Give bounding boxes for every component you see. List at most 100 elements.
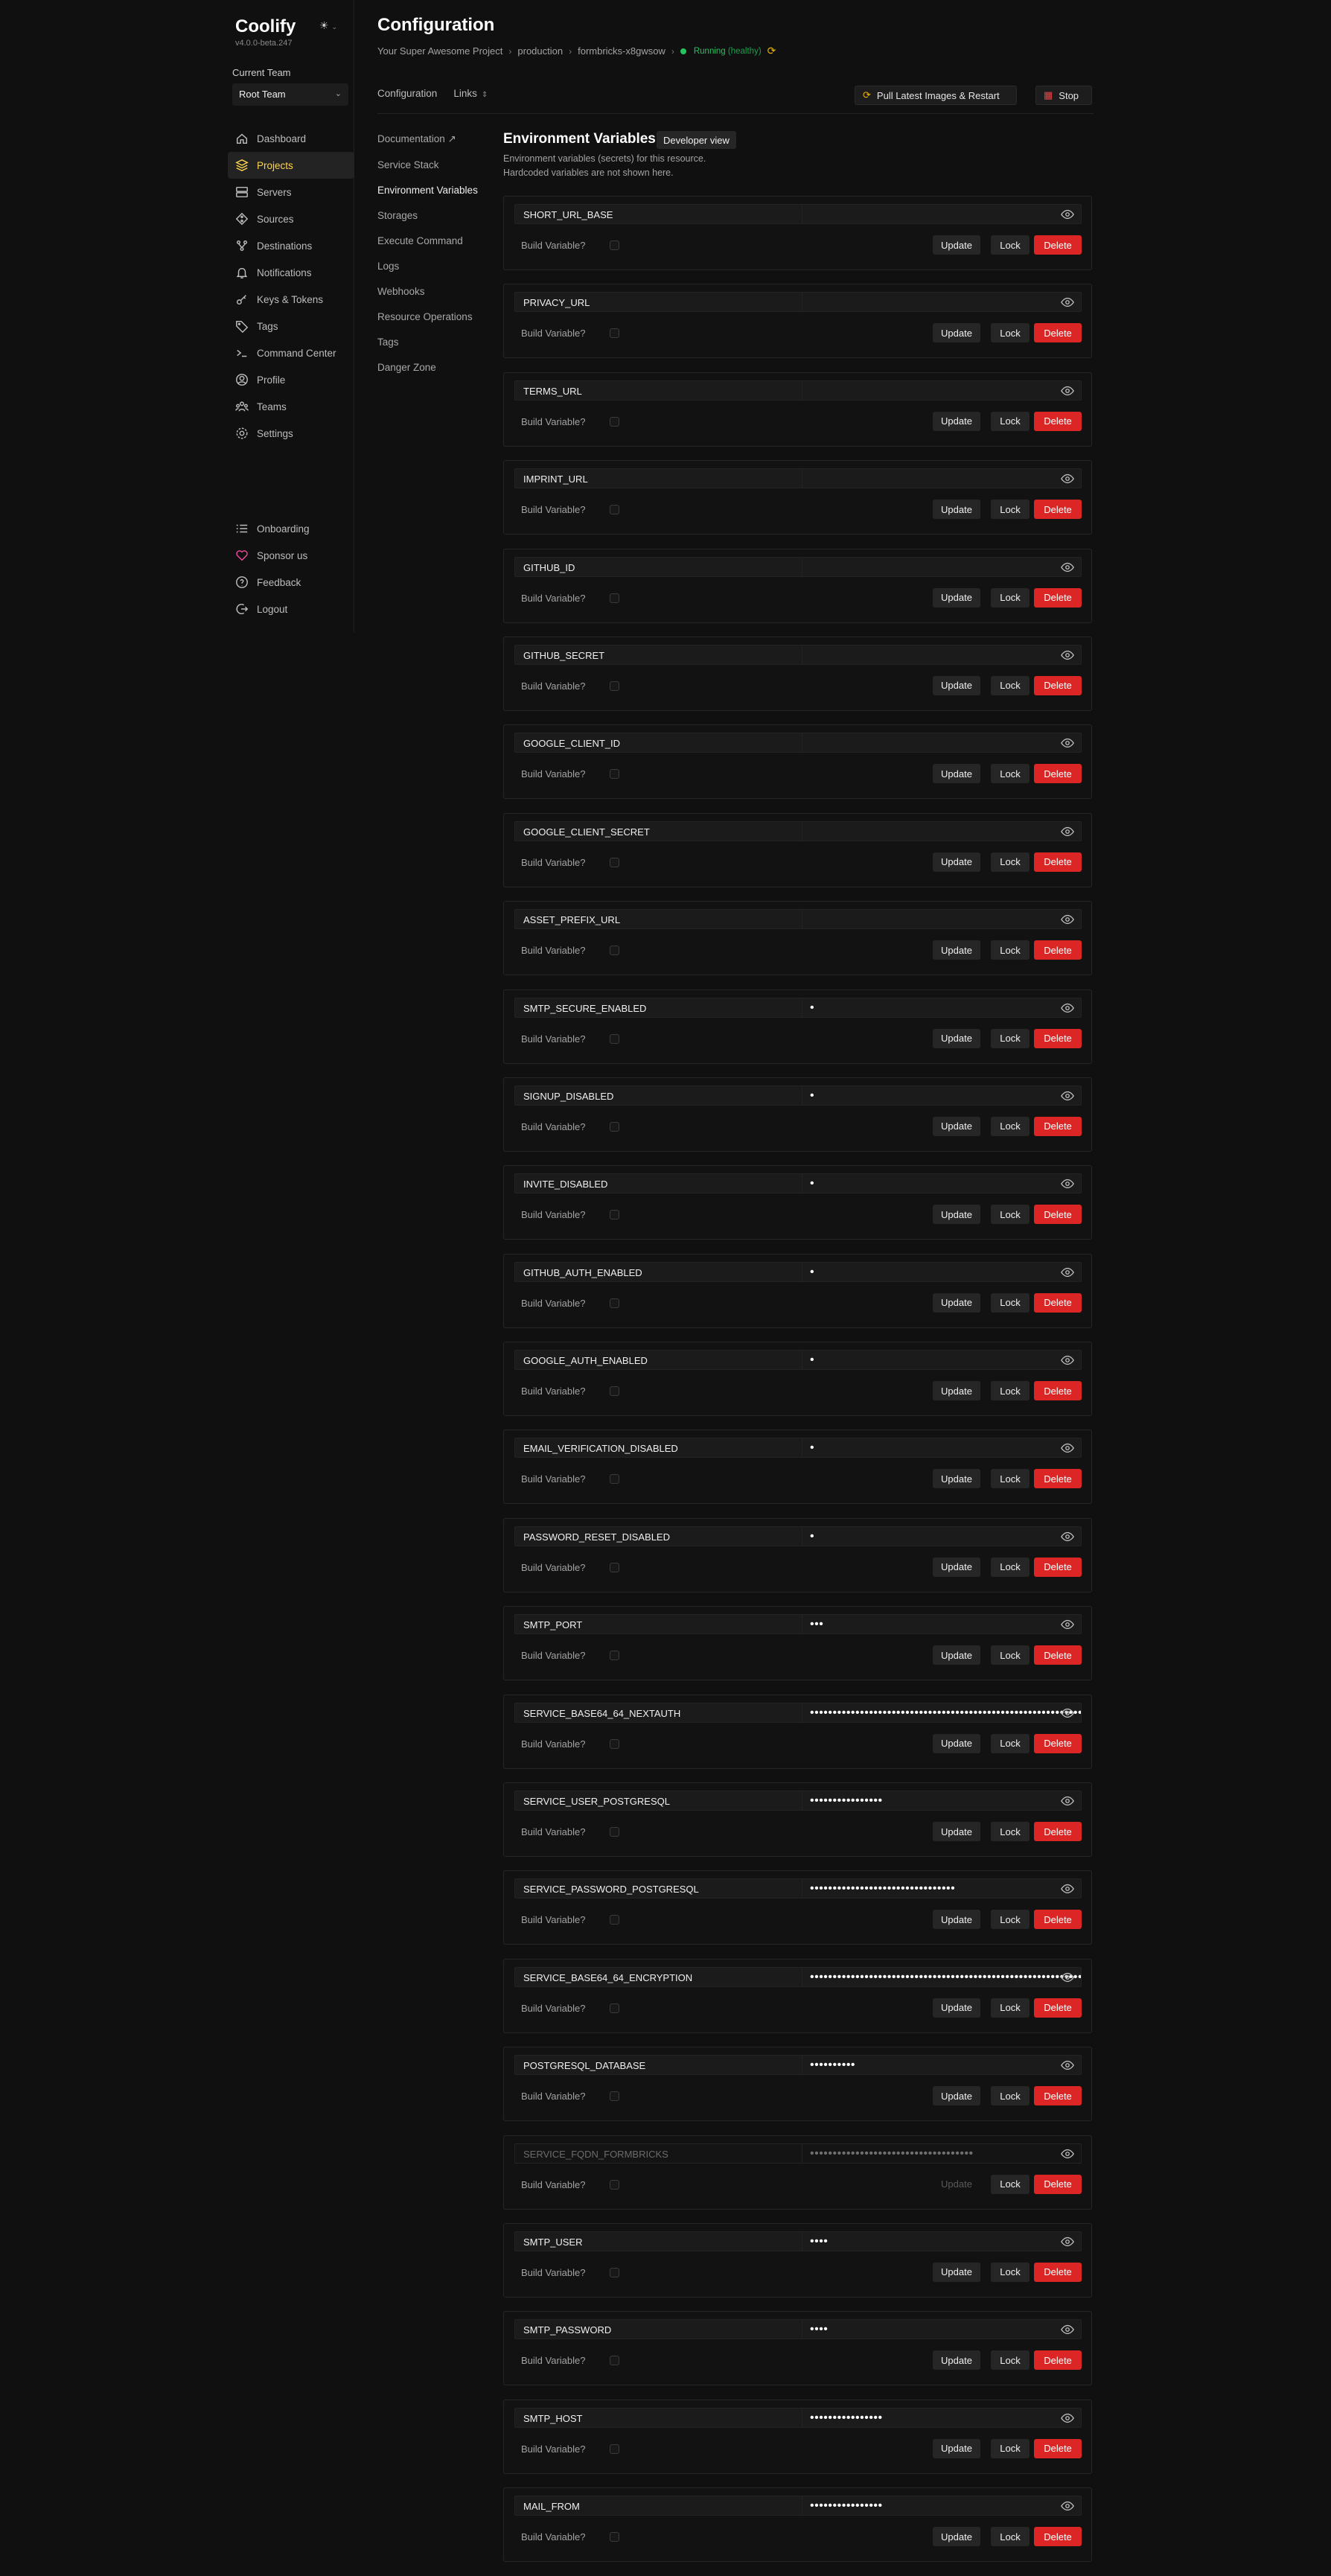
- delete-button[interactable]: Delete: [1034, 940, 1082, 960]
- subnav-item[interactable]: Tags: [377, 329, 504, 354]
- update-button[interactable]: Update: [933, 2527, 980, 2547]
- eye-icon[interactable]: [1061, 914, 1074, 925]
- tab-configuration[interactable]: Configuration: [377, 88, 437, 99]
- variable-value-input[interactable]: [802, 820, 1082, 841]
- lock-button[interactable]: Lock: [991, 1645, 1030, 1665]
- build-variable-checkbox[interactable]: [610, 1738, 619, 1749]
- sidebar-item-servers[interactable]: Servers: [228, 179, 354, 205]
- lock-button[interactable]: Lock: [991, 2438, 1030, 2458]
- delete-button[interactable]: Delete: [1034, 1469, 1082, 1489]
- subnav-item[interactable]: Service Stack: [377, 152, 504, 177]
- lock-button[interactable]: Lock: [991, 2262, 1030, 2282]
- build-variable-checkbox[interactable]: [610, 1827, 619, 1837]
- update-button[interactable]: Update: [933, 1557, 980, 1577]
- update-button[interactable]: Update: [933, 852, 980, 872]
- variable-key-input[interactable]: GITHUB_AUTH_ENABLED: [514, 1261, 803, 1282]
- lock-button[interactable]: Lock: [991, 852, 1030, 872]
- subnav-item[interactable]: Resource Operations: [377, 304, 504, 329]
- sidebar-item-dashboard[interactable]: Dashboard: [228, 125, 354, 152]
- sidebar-item-projects[interactable]: Projects: [228, 152, 354, 179]
- eye-icon[interactable]: [1061, 474, 1074, 484]
- refresh-icon[interactable]: ⟳: [767, 45, 776, 57]
- subnav-item[interactable]: Execute Command: [377, 228, 504, 253]
- lock-button[interactable]: Lock: [991, 1733, 1030, 1753]
- build-variable-checkbox[interactable]: [610, 1121, 619, 1132]
- sidebar-item-command-center[interactable]: Command Center: [228, 339, 354, 366]
- variable-value-input[interactable]: ••••••••••••••••: [802, 2407, 1082, 2428]
- delete-button[interactable]: Delete: [1034, 2262, 1082, 2282]
- subnav-item[interactable]: Webhooks: [377, 278, 504, 304]
- variable-key-input[interactable]: MAIL_FROM: [514, 2496, 803, 2516]
- eye-icon[interactable]: [1061, 738, 1074, 748]
- variable-key-input[interactable]: SMTP_PASSWORD: [514, 2319, 803, 2340]
- delete-button[interactable]: Delete: [1034, 852, 1082, 872]
- build-variable-checkbox[interactable]: [610, 1651, 619, 1661]
- variable-value-input[interactable]: ••••••••••••••••: [802, 1791, 1082, 1811]
- variable-value-input[interactable]: •: [802, 1525, 1082, 1546]
- lock-button[interactable]: Lock: [991, 1822, 1030, 1842]
- eye-icon[interactable]: [1061, 1267, 1074, 1278]
- variable-key-input[interactable]: PRIVACY_URL: [514, 292, 803, 313]
- build-variable-checkbox[interactable]: [610, 1033, 619, 1044]
- delete-button[interactable]: Delete: [1034, 2350, 1082, 2371]
- update-button[interactable]: Update: [933, 2350, 980, 2371]
- eye-icon[interactable]: [1061, 2501, 1074, 2511]
- update-button[interactable]: Update: [933, 2086, 980, 2106]
- lock-button[interactable]: Lock: [991, 500, 1030, 520]
- eye-icon[interactable]: [1061, 2237, 1074, 2247]
- tab-links[interactable]: Links ⇕: [453, 88, 488, 99]
- delete-button[interactable]: Delete: [1034, 1116, 1082, 1136]
- lock-button[interactable]: Lock: [991, 1028, 1030, 1048]
- lock-button[interactable]: Lock: [991, 1557, 1030, 1577]
- build-variable-checkbox[interactable]: [610, 1386, 619, 1397]
- eye-icon[interactable]: [1061, 826, 1074, 837]
- lock-button[interactable]: Lock: [991, 1381, 1030, 1401]
- update-button[interactable]: Update: [933, 587, 980, 608]
- variable-key-input[interactable]: TERMS_URL: [514, 380, 803, 401]
- lock-button[interactable]: Lock: [991, 2350, 1030, 2371]
- update-button[interactable]: Update: [933, 1910, 980, 1930]
- delete-button[interactable]: Delete: [1034, 1733, 1082, 1753]
- eye-icon[interactable]: [1061, 1619, 1074, 1630]
- update-button[interactable]: Update: [933, 764, 980, 784]
- variable-value-input[interactable]: •: [802, 1085, 1082, 1106]
- subnav-item[interactable]: Documentation ↗: [377, 127, 504, 152]
- build-variable-checkbox[interactable]: [610, 857, 619, 867]
- delete-button[interactable]: Delete: [1034, 235, 1082, 255]
- delete-button[interactable]: Delete: [1034, 2086, 1082, 2106]
- subnav-item[interactable]: Logs: [377, 253, 504, 278]
- eye-icon[interactable]: [1061, 562, 1074, 573]
- delete-button[interactable]: Delete: [1034, 500, 1082, 520]
- delete-button[interactable]: Delete: [1034, 1910, 1082, 1930]
- delete-button[interactable]: Delete: [1034, 1557, 1082, 1577]
- variable-key-input[interactable]: SERVICE_FQDN_FORMBRICKS: [514, 2143, 803, 2164]
- eye-icon[interactable]: [1061, 1972, 1074, 1983]
- eye-icon[interactable]: [1061, 1355, 1074, 1365]
- variable-key-input[interactable]: SIGNUP_DISABLED: [514, 1085, 803, 1106]
- build-variable-checkbox[interactable]: [610, 946, 619, 956]
- eye-icon[interactable]: [1061, 2413, 1074, 2423]
- variable-value-input[interactable]: ••••••••••••••••: [802, 2496, 1082, 2516]
- lock-button[interactable]: Lock: [991, 1469, 1030, 1489]
- build-variable-checkbox[interactable]: [610, 1915, 619, 1925]
- build-variable-checkbox[interactable]: [610, 505, 619, 515]
- variable-value-input[interactable]: [802, 644, 1082, 665]
- sidebar-item-profile[interactable]: Profile: [228, 366, 354, 393]
- delete-button[interactable]: Delete: [1034, 2527, 1082, 2547]
- lock-button[interactable]: Lock: [991, 587, 1030, 608]
- sidebar-item-notifications[interactable]: Notifications: [228, 259, 354, 286]
- variable-value-input[interactable]: •: [802, 997, 1082, 1018]
- subnav-item[interactable]: Environment Variables: [377, 177, 504, 203]
- variable-value-input[interactable]: [802, 380, 1082, 401]
- variable-key-input[interactable]: IMPRINT_URL: [514, 468, 803, 489]
- delete-button[interactable]: Delete: [1034, 1998, 1082, 2018]
- build-variable-checkbox[interactable]: [610, 2267, 619, 2277]
- sidebar-item-tags[interactable]: Tags: [228, 313, 354, 339]
- eye-icon[interactable]: [1061, 386, 1074, 396]
- variable-value-input[interactable]: ••••••••••••••••••••••••••••••••••••: [802, 2143, 1082, 2164]
- variable-value-input[interactable]: ••••: [802, 2231, 1082, 2251]
- lock-button[interactable]: Lock: [991, 235, 1030, 255]
- variable-key-input[interactable]: POSTGRESQL_DATABASE: [514, 2055, 803, 2076]
- delete-button[interactable]: Delete: [1034, 1645, 1082, 1665]
- breadcrumb-project[interactable]: Your Super Awesome Project: [377, 45, 502, 57]
